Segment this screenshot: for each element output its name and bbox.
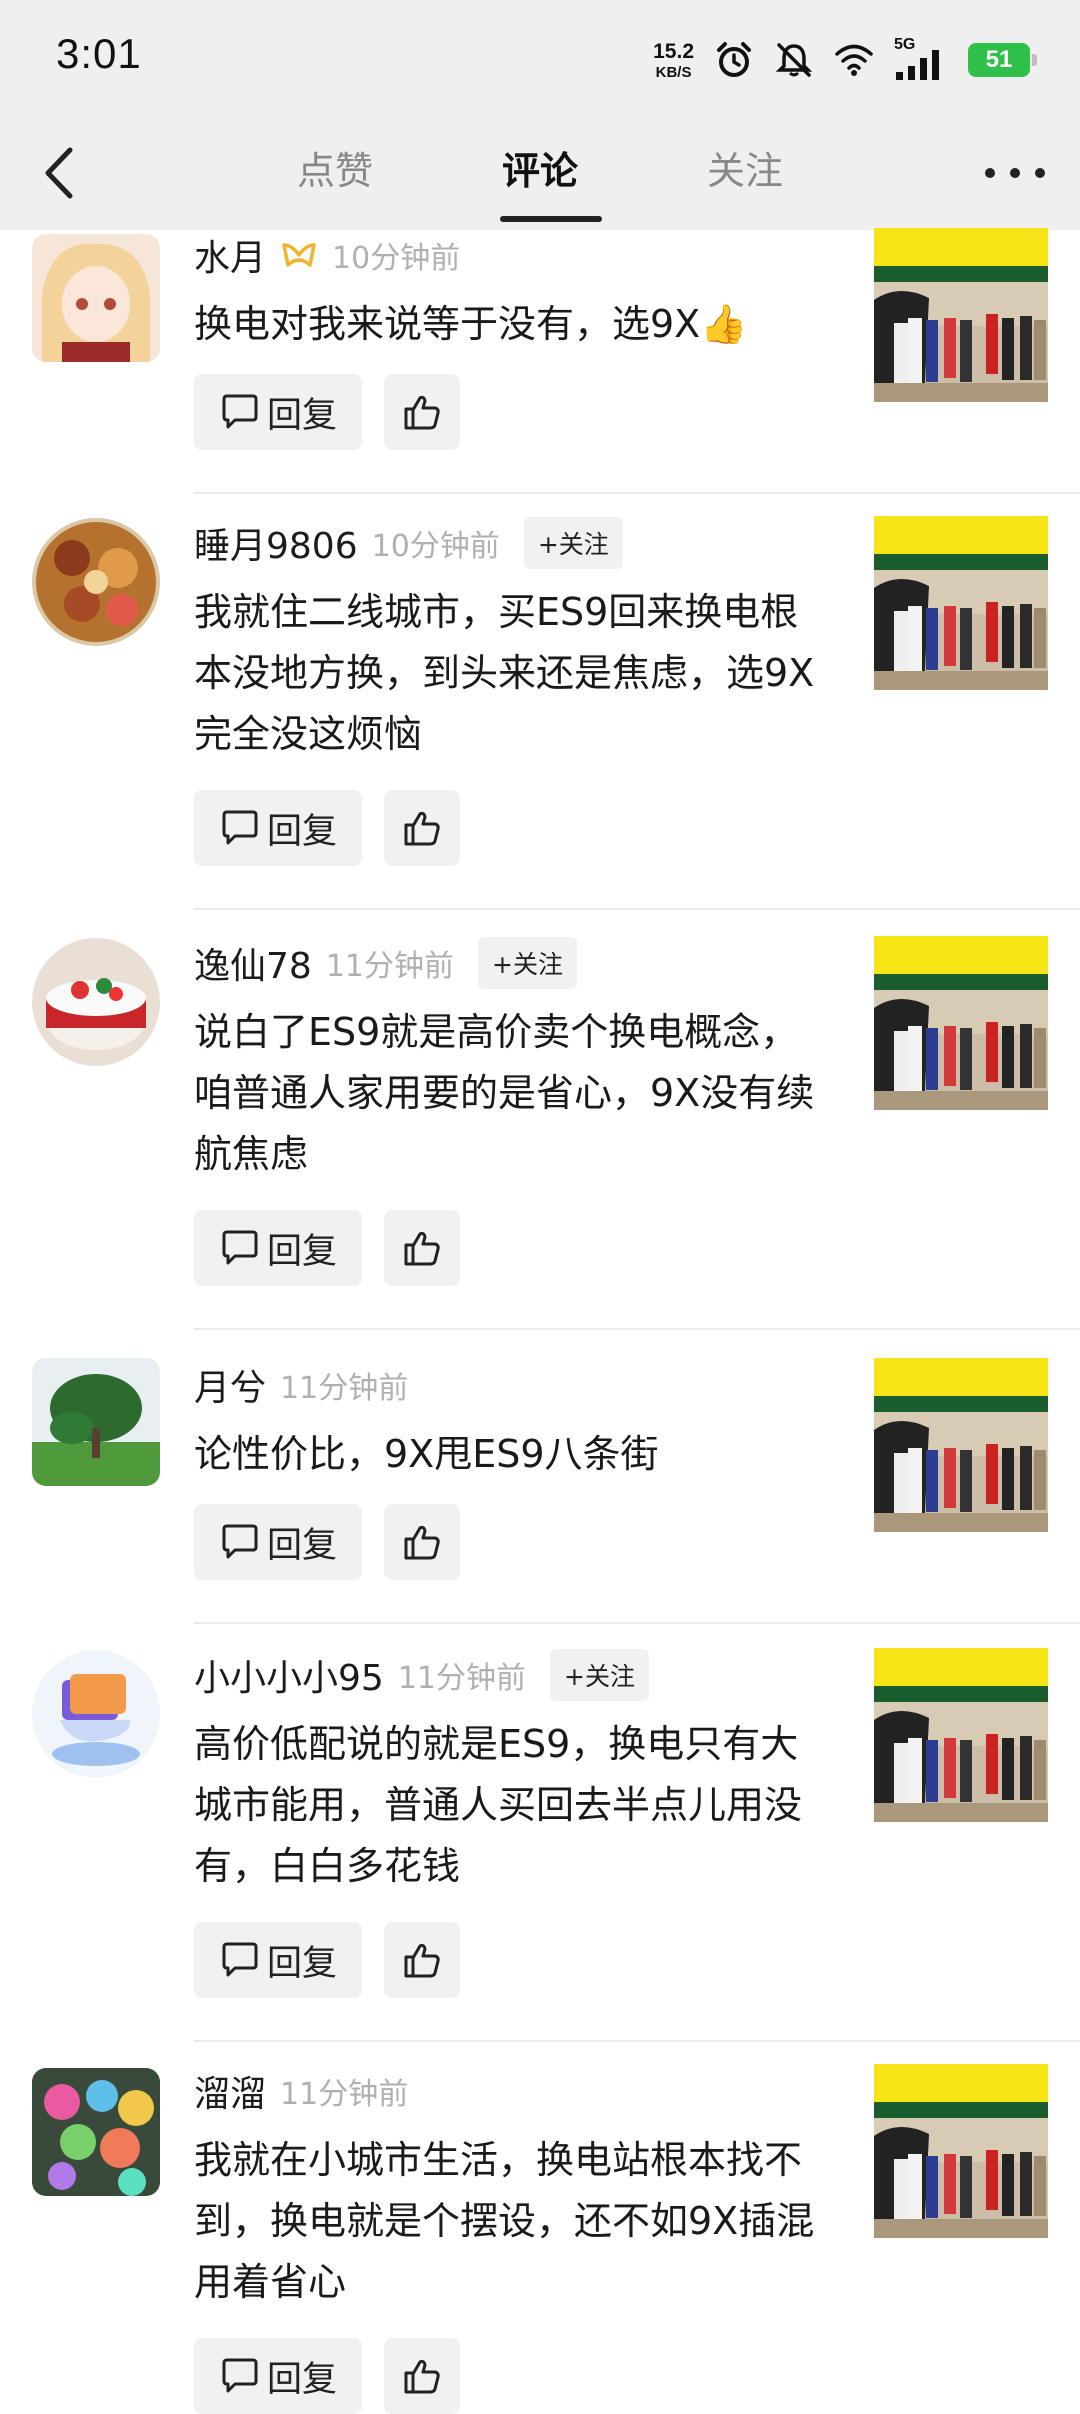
comment-header: 睡月9806 10分钟前 +关注 — [194, 516, 623, 570]
divider — [194, 492, 1080, 494]
reply-icon — [219, 809, 261, 847]
network-speed-value: 15.2 — [653, 39, 694, 63]
post-thumbnail[interactable] — [874, 516, 1048, 690]
follow-button[interactable]: +关注 — [478, 937, 577, 989]
reply-button[interactable]: 回复 — [194, 1504, 362, 1580]
username[interactable]: 水月 — [194, 229, 266, 281]
username[interactable]: 小小小小95 — [194, 1649, 384, 1701]
active-tab-indicator — [500, 216, 602, 222]
like-button[interactable] — [384, 1210, 460, 1286]
comment-text: 我就住二线城市，买ES9回来换电根本没地方换，到头来还是焦虑，选9X完全没这烦恼 — [194, 590, 815, 756]
post-thumbnail[interactable] — [874, 2064, 1048, 2238]
thumbs-up-icon — [402, 808, 442, 848]
comment-header: 逸仙78 11分钟前 +关注 — [194, 936, 577, 990]
reply-button[interactable]: 回复 — [194, 1922, 362, 1998]
like-button[interactable] — [384, 1504, 460, 1580]
username[interactable]: 溜溜 — [194, 2065, 266, 2117]
status-icons: 15.2 KB/S 5G 51 — [653, 34, 1037, 86]
tab-follow[interactable]: 关注 — [665, 140, 825, 195]
reply-label: 回复 — [266, 2359, 337, 2400]
like-button[interactable] — [384, 2338, 460, 2414]
comment-time: 11分钟前 — [280, 2077, 409, 2112]
comment-text: 论性价比，9X甩ES9八条街 — [194, 1432, 659, 1476]
reply-button[interactable]: 回复 — [194, 1210, 362, 1286]
reply-icon — [219, 393, 261, 431]
divider — [194, 2040, 1080, 2042]
post-thumbnail[interactable] — [874, 936, 1048, 1110]
thumbs-up-icon — [402, 1940, 442, 1980]
mute-bell-icon — [775, 43, 813, 77]
divider — [194, 908, 1080, 910]
reply-icon — [219, 2357, 261, 2395]
comment-time: 11分钟前 — [280, 1371, 409, 1406]
comment-time: 11分钟前 — [397, 1661, 526, 1696]
follow-button[interactable]: +关注 — [523, 517, 623, 569]
like-button[interactable] — [384, 1922, 460, 1998]
username[interactable]: 月兮 — [194, 1359, 266, 1411]
comment-header: 水月 10分钟前 — [194, 228, 460, 282]
top-nav-bar: 点赞 评论 关注 — [0, 120, 1080, 230]
comment-text: 我就在小城市生活，换电站根本找不到，换电就是个摆设，还不如9X插混用着省心 — [194, 2138, 815, 2304]
reply-icon — [219, 1229, 261, 1267]
avatar[interactable] — [32, 234, 160, 362]
thumbs-up-icon — [402, 2356, 442, 2396]
comment-time: 10分钟前 — [332, 241, 461, 276]
reply-button[interactable]: 回复 — [194, 2338, 362, 2414]
comment-time: 11分钟前 — [325, 949, 454, 984]
reply-label: 回复 — [266, 1231, 337, 1272]
tab-bar: 点赞 评论 关注 — [0, 120, 1080, 230]
status-bar: 3:01 15.2 KB/S 5G 51 — [0, 0, 1080, 120]
avatar[interactable] — [32, 1358, 160, 1486]
reply-icon — [219, 1941, 261, 1979]
thumbs-up-icon — [402, 1228, 442, 1268]
comment-time: 10分钟前 — [371, 529, 500, 564]
network-speed: 15.2 KB/S — [653, 41, 694, 80]
post-thumbnail[interactable] — [874, 1648, 1048, 1822]
status-time: 3:01 — [56, 30, 142, 77]
tab-comments[interactable]: 评论 — [460, 140, 620, 195]
post-thumbnail[interactable] — [874, 228, 1048, 402]
reply-label: 回复 — [266, 395, 337, 436]
avatar[interactable] — [32, 938, 160, 1066]
reply-button[interactable]: 回复 — [194, 790, 362, 866]
comment-header: 小小小小95 11分钟前 +关注 — [194, 1648, 649, 1702]
avatar[interactable] — [32, 1650, 160, 1778]
battery-level: 51 — [985, 46, 1013, 73]
divider — [194, 1622, 1080, 1624]
comment-text: 高价低配说的就是ES9，换电只有大城市能用，普通人买回去半点儿用没有，白白多花钱 — [194, 1722, 803, 1888]
comment-header: 月兮 11分钟前 — [194, 1358, 408, 1412]
like-button[interactable] — [384, 790, 460, 866]
reply-icon — [219, 1523, 261, 1561]
like-button[interactable] — [384, 374, 460, 450]
reply-label: 回复 — [266, 1525, 337, 1566]
battery-indicator: 51 — [968, 43, 1037, 77]
thumbs-up-icon — [402, 392, 442, 432]
avatar[interactable] — [32, 2068, 160, 2196]
cellular-signal-icon: 5G — [894, 36, 948, 82]
comment-header: 溜溜 11分钟前 — [194, 2064, 408, 2118]
tab-likes[interactable]: 点赞 — [255, 140, 415, 195]
comment-text: 换电对我来说等于没有，选9X👍 — [194, 302, 748, 346]
more-options-icon[interactable] — [980, 158, 1050, 188]
comment-text: 说白了ES9就是高价卖个换电概念，咱普通人家用要的是省心，9X没有续航焦虑 — [194, 1010, 815, 1176]
username[interactable]: 睡月9806 — [194, 517, 358, 569]
vip-badge-icon — [282, 243, 316, 267]
reply-button[interactable]: 回复 — [194, 374, 362, 450]
reply-label: 回复 — [266, 811, 337, 852]
username[interactable]: 逸仙78 — [194, 937, 312, 989]
follow-button[interactable]: +关注 — [550, 1649, 649, 1701]
reply-label: 回复 — [266, 1943, 337, 1984]
wifi-icon — [835, 44, 873, 76]
post-thumbnail[interactable] — [874, 1358, 1048, 1532]
alarm-icon — [717, 42, 751, 77]
avatar[interactable] — [32, 518, 160, 646]
thumbs-up-icon — [402, 1522, 442, 1562]
divider — [194, 1328, 1080, 1330]
network-speed-unit: KB/S — [655, 63, 692, 81]
